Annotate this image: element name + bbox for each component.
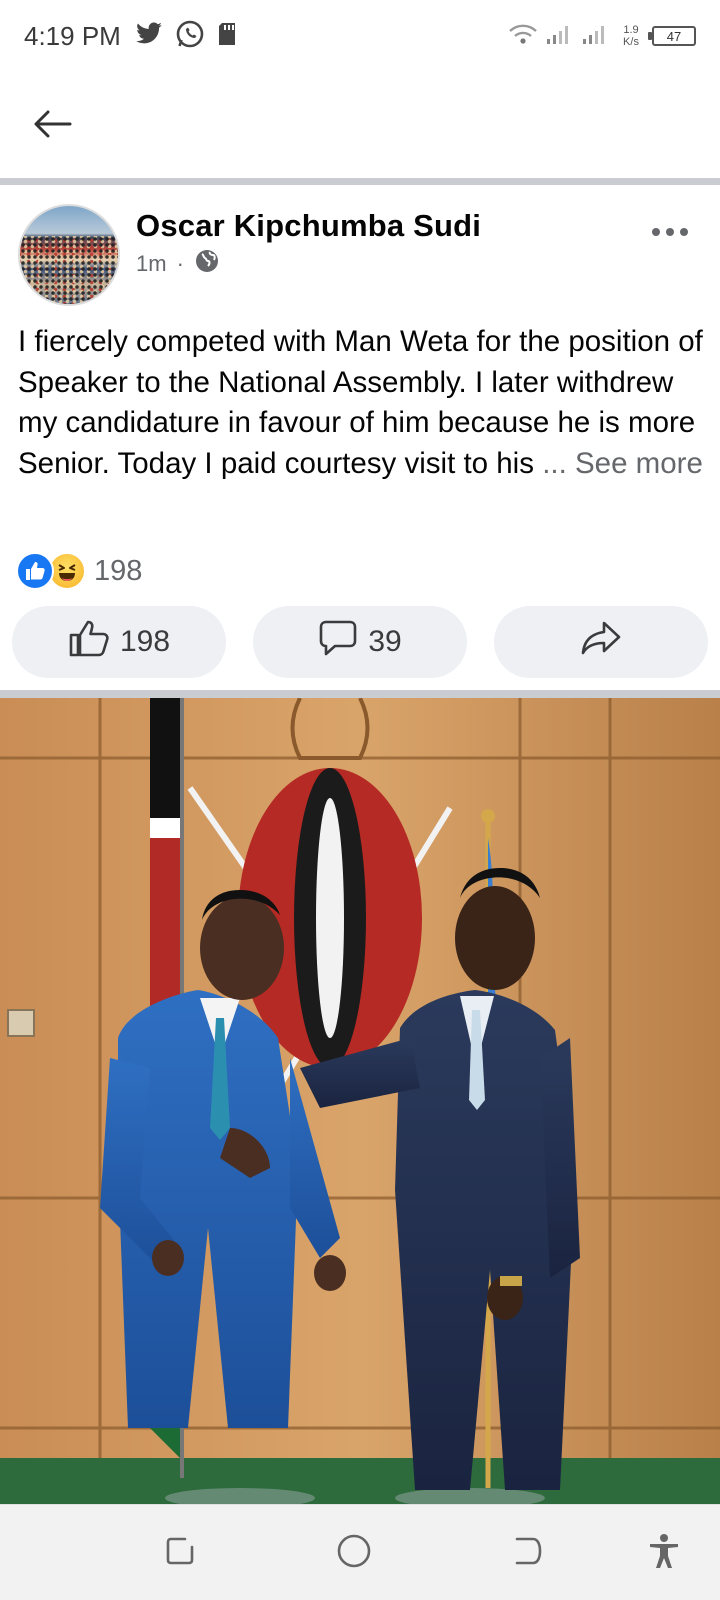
system-nav-bar	[0, 1504, 720, 1600]
more-dot-icon	[666, 228, 674, 236]
meta-separator: ·	[176, 251, 184, 276]
back-nav-icon	[511, 1534, 545, 1573]
post-text: I fiercely competed with Man Weta for th…	[18, 322, 708, 484]
comment-button[interactable]: 39	[253, 606, 467, 678]
home-circle-icon	[336, 1533, 372, 1574]
twitter-icon	[135, 21, 163, 51]
ellipsis: ...	[542, 446, 567, 480]
share-button[interactable]	[494, 606, 708, 678]
comment-count: 39	[368, 625, 402, 658]
like-reaction-icon	[16, 552, 54, 590]
network-speed: 1.9 K/s	[618, 24, 644, 48]
accessibility-button[interactable]	[644, 1533, 684, 1573]
reactions-summary[interactable]: 198	[16, 552, 142, 590]
network-speed-unit: K/s	[623, 36, 639, 48]
post-photo[interactable]	[0, 698, 720, 1504]
status-notification-icons	[135, 19, 237, 54]
see-more-link[interactable]: See more	[575, 447, 703, 480]
whatsapp-icon	[175, 19, 205, 54]
like-count: 198	[119, 625, 171, 658]
thumbs-up-icon	[68, 618, 110, 666]
arrow-left-icon	[32, 109, 72, 144]
more-dot-icon	[680, 228, 688, 236]
avatar[interactable]	[18, 204, 120, 306]
back-button[interactable]	[28, 102, 76, 150]
post-meta: 1m ·	[136, 248, 220, 280]
post-header: Oscar Kipchumba Sudi 1m ·	[0, 190, 720, 310]
like-button[interactable]: 198	[12, 606, 226, 678]
home-button[interactable]	[334, 1533, 374, 1573]
post-time[interactable]: 1m	[136, 251, 167, 277]
wifi-icon	[508, 23, 538, 50]
photo-illustration	[0, 698, 720, 1504]
avatar-image	[20, 236, 118, 304]
status-system-icons: 1.9 K/s 47	[508, 23, 696, 50]
post-actions: 198 39	[12, 606, 708, 678]
battery-level: 47	[666, 28, 682, 44]
more-dot-icon	[652, 228, 660, 236]
recents-icon	[163, 1534, 197, 1573]
accessibility-icon	[647, 1533, 681, 1574]
sd-card-icon	[217, 22, 237, 51]
back-nav-button[interactable]	[508, 1533, 548, 1573]
more-options-button[interactable]	[652, 228, 688, 236]
app-header	[0, 72, 720, 180]
author-name[interactable]: Oscar Kipchumba Sudi	[136, 208, 481, 244]
recents-button[interactable]	[160, 1533, 200, 1573]
share-icon	[580, 620, 622, 664]
section-divider	[0, 690, 720, 698]
signal-icon	[546, 23, 574, 50]
signal-icon	[582, 23, 610, 50]
battery-indicator: 47	[648, 26, 696, 46]
reaction-count: 198	[94, 554, 143, 587]
header-divider	[0, 178, 720, 185]
network-speed-value: 1.9	[623, 24, 639, 36]
status-time: 4:19 PM	[24, 20, 121, 51]
status-bar: 4:19 PM 1.9 K/s 47	[0, 0, 720, 72]
comment-icon	[318, 618, 358, 666]
globe-icon	[194, 248, 220, 280]
